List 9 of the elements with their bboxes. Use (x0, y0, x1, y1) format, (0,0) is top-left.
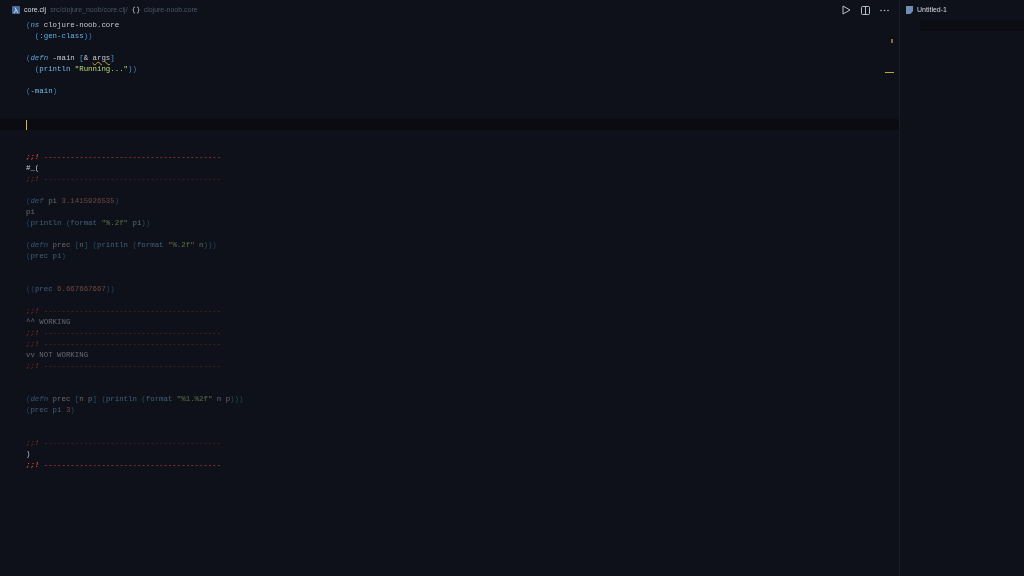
file-icon (906, 6, 913, 14)
text-cursor (26, 119, 27, 130)
minimap-mark (885, 72, 894, 73)
braces-icon (131, 6, 140, 14)
minimap-mark (891, 39, 893, 43)
more-icon[interactable] (880, 8, 889, 12)
lambda-file-icon (12, 6, 20, 14)
split-editor-icon[interactable] (861, 5, 870, 15)
run-icon[interactable] (842, 5, 851, 15)
